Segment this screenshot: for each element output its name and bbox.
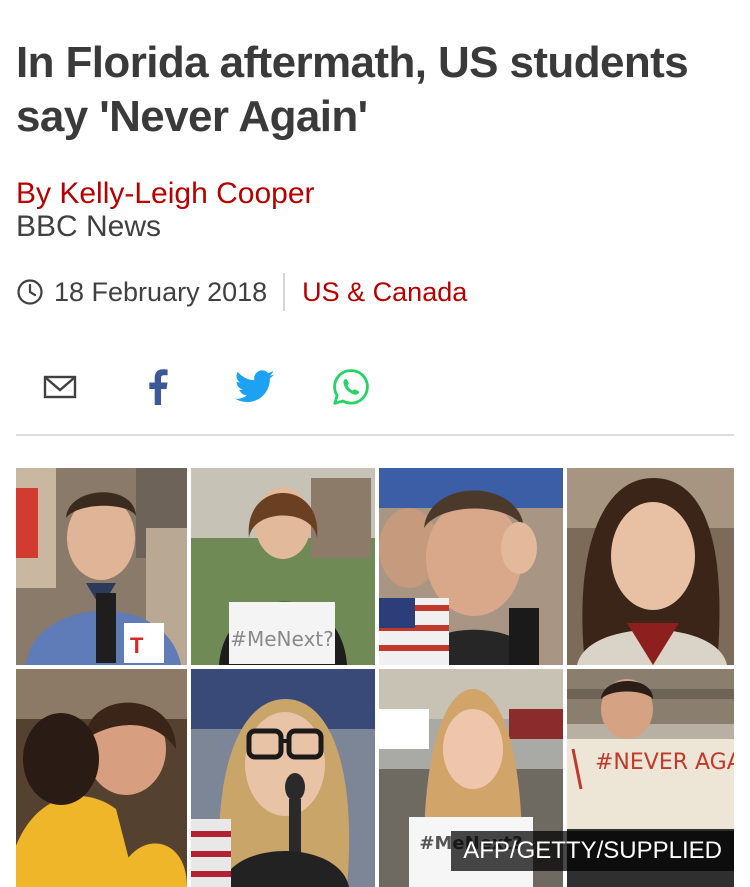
share-divider bbox=[16, 434, 734, 436]
article-headline: In Florida aftermath, US students say 'N… bbox=[16, 38, 689, 141]
twitter-share-button[interactable] bbox=[230, 362, 280, 412]
photo-tile-student-microphone bbox=[191, 669, 375, 887]
email-share-button[interactable] bbox=[35, 362, 85, 412]
publish-date: 18 February 2018 bbox=[54, 276, 268, 307]
whatsapp-share-button[interactable] bbox=[326, 362, 376, 412]
share-tools bbox=[16, 362, 734, 412]
photo-tile-student-speaking: T bbox=[16, 468, 187, 665]
twitter-icon bbox=[235, 370, 275, 402]
svg-text:T: T bbox=[130, 633, 144, 658]
section-link[interactable]: US & Canada bbox=[302, 277, 467, 308]
photo-tile-student-portrait bbox=[567, 468, 734, 665]
image-credit: AFP/GETTY/SUPPLIED bbox=[451, 831, 734, 871]
sign-text: #NEVER AGAIN bbox=[595, 750, 734, 775]
facebook-icon bbox=[149, 369, 168, 405]
outlet-name: BBC News bbox=[16, 210, 162, 243]
clock-icon bbox=[16, 278, 44, 306]
article-lead-image: T #MeNext? #NEVER AG AFP/GETTY/SUPPLIED bbox=[16, 468, 734, 887]
photo-tile-sign-menext: #MeNext? bbox=[191, 468, 375, 665]
whatsapp-icon bbox=[333, 369, 369, 405]
sign-text: #MeNext? bbox=[230, 627, 334, 651]
facebook-share-button[interactable] bbox=[133, 362, 183, 412]
photo-tile-student-crying bbox=[379, 468, 563, 665]
mail-icon bbox=[43, 375, 77, 399]
article-meta: 18 February 2018 US & Canada bbox=[16, 272, 467, 312]
author-byline[interactable]: By Kelly-Leigh Cooper bbox=[16, 177, 315, 211]
photo-tile-students-hugging bbox=[16, 669, 187, 887]
meta-divider bbox=[283, 273, 286, 311]
